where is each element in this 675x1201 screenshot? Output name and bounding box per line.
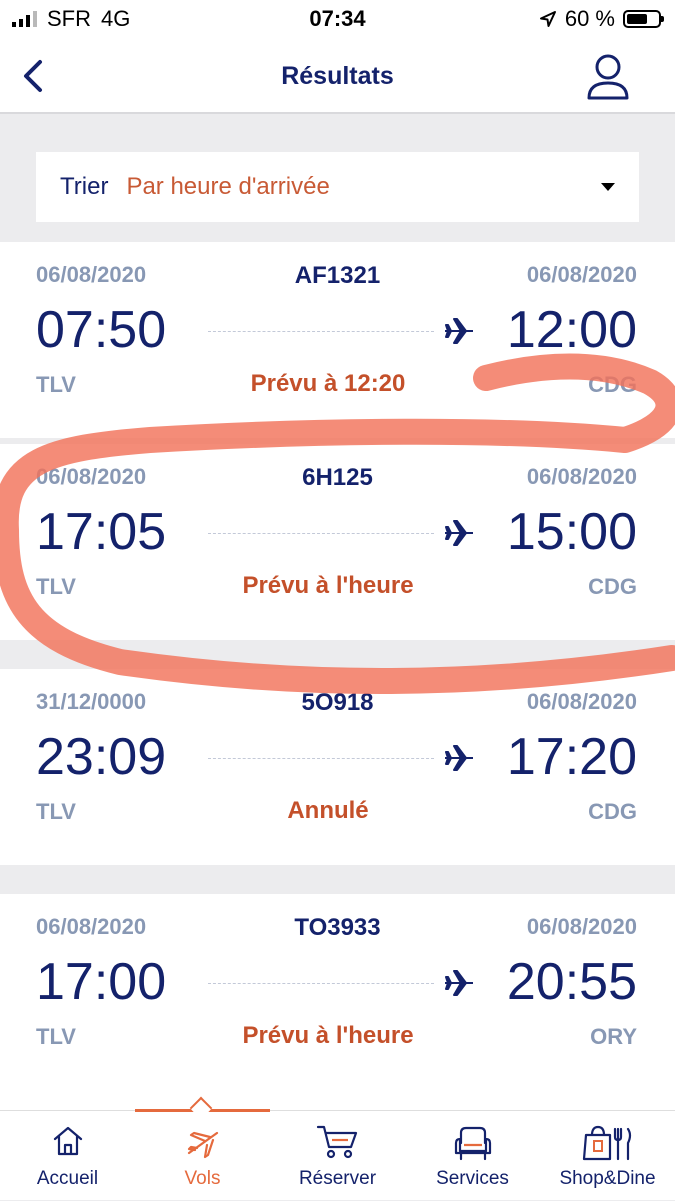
tab-services[interactable]: Services bbox=[405, 1111, 540, 1201]
flight-status: Prévu à l'heure bbox=[242, 1022, 414, 1049]
destination-airport: ORY bbox=[590, 1024, 637, 1049]
armchair-icon bbox=[454, 1126, 491, 1161]
cart-icon bbox=[316, 1125, 357, 1159]
arrival-time: 15:00 bbox=[506, 503, 637, 561]
shopping-bag-icon bbox=[582, 1125, 631, 1161]
battery-percent: 60 % bbox=[564, 6, 615, 31]
caret-down-icon bbox=[601, 183, 615, 191]
sort-dropdown[interactable]: Trier Par heure d'arrivée bbox=[36, 152, 639, 222]
arrival-date: 06/08/2020 bbox=[526, 914, 637, 939]
destination-airport: CDG bbox=[588, 799, 637, 824]
departure-time: 17:00 bbox=[36, 953, 167, 1011]
plane-icon bbox=[445, 318, 473, 344]
page-title: Résultats bbox=[281, 62, 394, 90]
flight-card[interactable]: 31/12/0000 5O918 06/08/2020 23:09 17:20 … bbox=[0, 669, 675, 865]
nav-bar: Résultats bbox=[0, 40, 675, 114]
departure-time: 07:50 bbox=[36, 301, 167, 359]
tab-bar: Accueil Vols Réserver Services Shop&Dine bbox=[0, 1096, 675, 1201]
route-line bbox=[208, 758, 434, 759]
home-icon bbox=[53, 1126, 82, 1156]
tab-label: Réserver bbox=[298, 1168, 377, 1189]
tab-label: Shop&Dine bbox=[559, 1168, 656, 1189]
battery-icon bbox=[623, 10, 664, 28]
destination-airport: CDG bbox=[588, 574, 637, 599]
arrival-time: 12:00 bbox=[506, 301, 637, 359]
tab-label: Vols bbox=[184, 1168, 221, 1189]
arrival-time: 20:55 bbox=[506, 953, 637, 1011]
arrival-time: 17:20 bbox=[506, 728, 637, 786]
status-right: 60 % bbox=[539, 6, 664, 32]
sort-selected-value: Par heure d'arrivée bbox=[126, 173, 330, 200]
sort-label: Trier bbox=[60, 173, 109, 200]
plane-icon bbox=[445, 745, 473, 771]
flight-status: Prévu à l'heure bbox=[242, 572, 414, 599]
route-line bbox=[208, 533, 434, 534]
arrival-date: 06/08/2020 bbox=[526, 262, 637, 287]
tab-label: Services bbox=[436, 1168, 509, 1189]
plane-icon bbox=[187, 1131, 218, 1159]
flight-status: Prévu à 12:20 bbox=[250, 370, 406, 397]
tab-reserver[interactable]: Réserver bbox=[270, 1111, 405, 1201]
tab-shop-dine[interactable]: Shop&Dine bbox=[540, 1111, 675, 1201]
arrival-date: 06/08/2020 bbox=[526, 689, 637, 714]
flight-card[interactable]: 06/08/2020 AF1321 06/08/2020 07:50 12:00… bbox=[0, 242, 675, 438]
departure-time: 17:05 bbox=[36, 503, 167, 561]
departure-time: 23:09 bbox=[36, 728, 167, 786]
tab-accueil[interactable]: Accueil bbox=[0, 1111, 135, 1201]
flight-card[interactable]: 06/08/2020 6H125 06/08/2020 17:05 15:00 … bbox=[0, 444, 675, 640]
status-bar: SFR 4G 07:34 60 % bbox=[0, 0, 675, 40]
flight-card[interactable]: 06/08/2020 TO3933 06/08/2020 17:00 20:55… bbox=[0, 894, 675, 1110]
destination-airport: CDG bbox=[588, 372, 637, 397]
arrival-date: 06/08/2020 bbox=[526, 464, 637, 489]
route-line bbox=[208, 331, 434, 332]
flight-status: Annulé bbox=[287, 797, 369, 824]
tab-vols[interactable]: Vols bbox=[135, 1111, 270, 1201]
plane-icon bbox=[445, 520, 473, 546]
route-line bbox=[208, 983, 434, 984]
plane-icon bbox=[445, 970, 473, 996]
user-icon bbox=[587, 54, 629, 100]
tab-label: Accueil bbox=[36, 1168, 99, 1189]
location-arrow-icon bbox=[539, 11, 556, 27]
profile-button[interactable] bbox=[585, 52, 631, 102]
